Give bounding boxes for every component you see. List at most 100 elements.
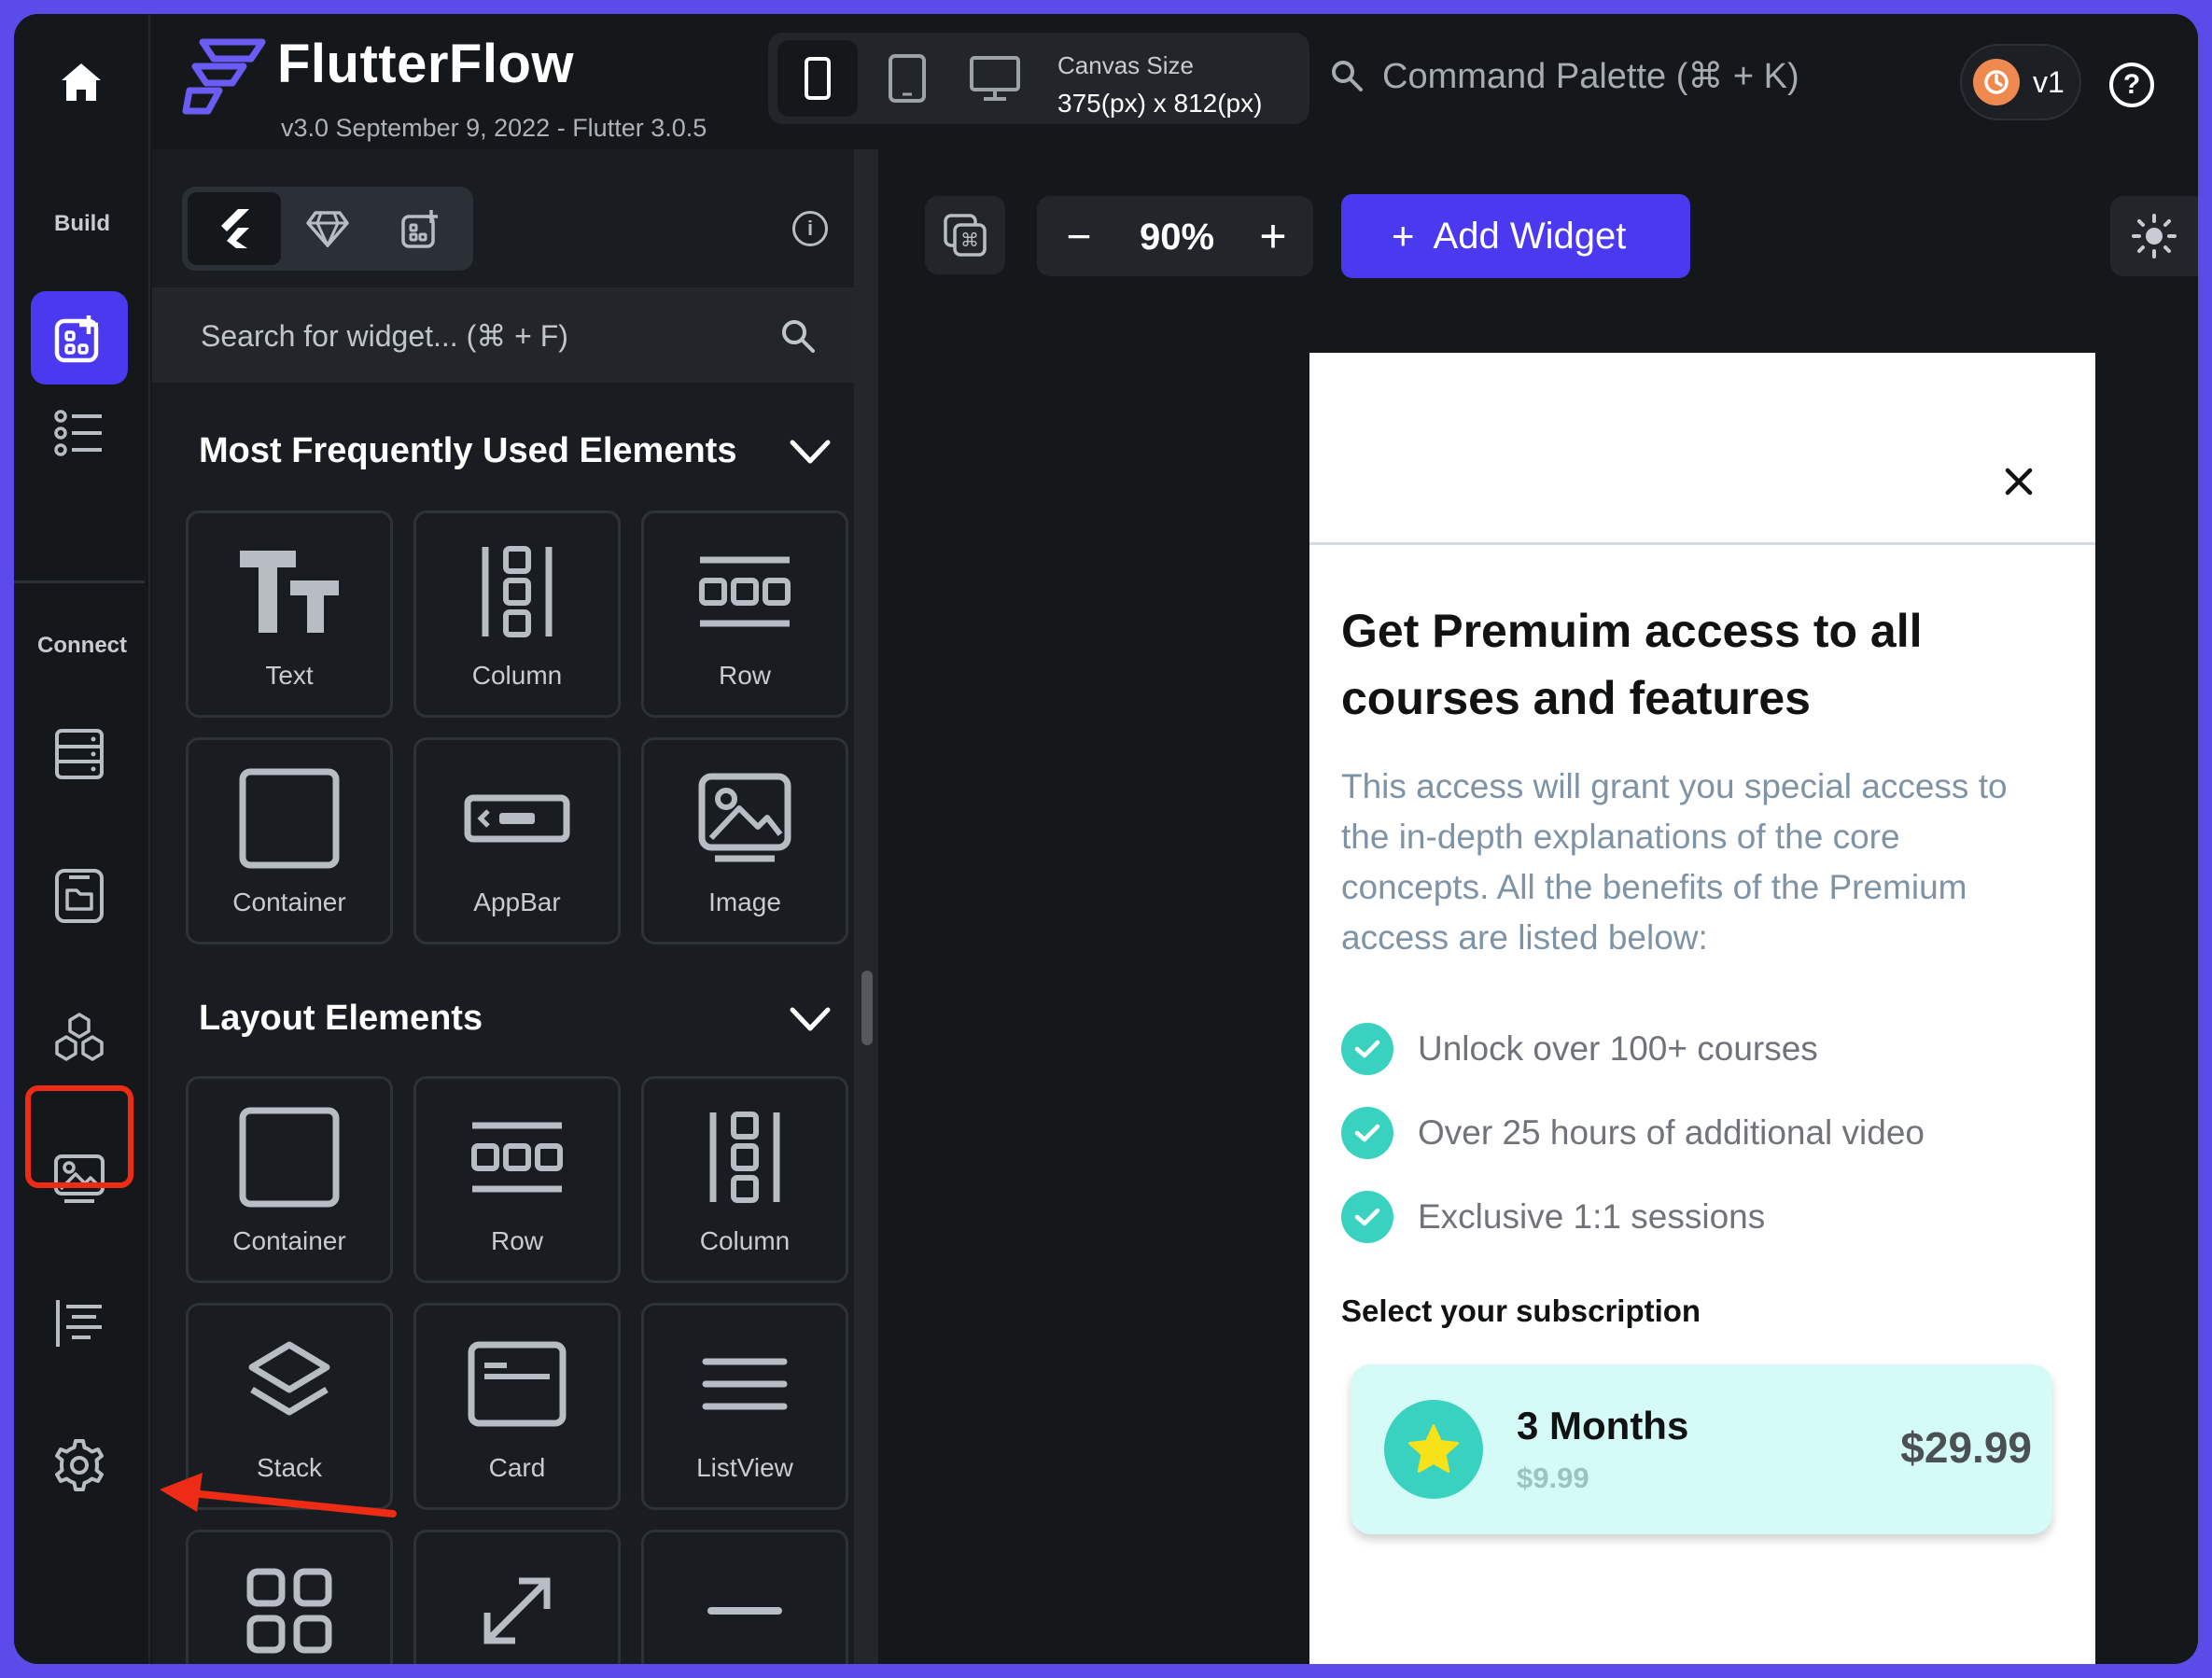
- tablet-device-button[interactable]: [867, 40, 947, 117]
- sun-icon: [2132, 214, 2177, 259]
- help-button[interactable]: ?: [2109, 63, 2154, 107]
- brand: FlutterFlow v3.0 September 9, 2022 - Flu…: [182, 25, 742, 147]
- add-widget-label: Add Widget: [1433, 215, 1627, 257]
- zoom-level[interactable]: 90%: [1121, 217, 1233, 259]
- nav-widget-tree[interactable]: [31, 386, 128, 480]
- container-icon: [239, 1107, 340, 1208]
- text-icon: [240, 551, 339, 633]
- stack-icon: [248, 1341, 330, 1416]
- widget-tile-grid[interactable]: [186, 1530, 393, 1664]
- add-widget-icon: [54, 315, 99, 363]
- widget-tile-expanded[interactable]: [413, 1530, 621, 1664]
- panel-scrollbar-thumb[interactable]: [861, 971, 873, 1045]
- phone-device-button[interactable]: [777, 40, 858, 117]
- widget-tile-label: Image: [708, 888, 781, 916]
- star-icon: [1384, 1400, 1483, 1499]
- version-history-button[interactable]: v1: [1960, 44, 2081, 120]
- widget-tile-container[interactable]: Container: [186, 1076, 393, 1283]
- check-icon: [1341, 1023, 1393, 1075]
- widget-tile-appbar[interactable]: AppBar: [413, 737, 621, 944]
- subscription-title: 3 Months: [1517, 1404, 1689, 1447]
- page-title: Get Premuim access to all courses and fe…: [1341, 605, 1923, 724]
- theme-toggle-button[interactable]: [2110, 196, 2198, 276]
- help-icon: ?: [2122, 69, 2141, 100]
- widget-tile-card[interactable]: Card: [413, 1303, 621, 1510]
- widget-tile-image[interactable]: Image: [641, 737, 848, 944]
- panel-scrollbar[interactable]: [854, 149, 878, 1664]
- chevron-down-icon[interactable]: [787, 1000, 833, 1038]
- nav-divider: [14, 580, 145, 583]
- settings-icon: [55, 1439, 104, 1491]
- view-code-button[interactable]: ⌘: [925, 196, 1005, 274]
- widget-tile-row[interactable]: Row: [641, 510, 848, 718]
- widget-tile-label: Column: [699, 1226, 791, 1255]
- widget-tile-label: Row: [490, 1226, 543, 1255]
- nav-settings[interactable]: [31, 1419, 128, 1512]
- benefit-text: Over 25 hours of additional video: [1418, 1113, 1925, 1152]
- widget-tile-label: Text: [265, 661, 314, 690]
- zoom-in-button[interactable]: +: [1252, 213, 1295, 259]
- nav-storage[interactable]: [31, 849, 128, 943]
- appbar-icon: [464, 794, 570, 843]
- canvas-area: ⌘ − 90% + + Add Widget Get Premuim acces…: [878, 149, 2198, 1664]
- widget-tile-row[interactable]: Row: [413, 1076, 621, 1283]
- canvas-size-label: Canvas Size: [1057, 51, 1194, 79]
- zoom-control: − 90% +: [1037, 196, 1313, 276]
- phone-preview: Get Premuim access to all courses and fe…: [1309, 353, 2095, 1664]
- widget-tile-label: Row: [718, 661, 771, 690]
- command-palette-label: Command Palette (⌘ + K): [1382, 56, 1799, 96]
- home-button[interactable]: [14, 14, 150, 149]
- command-palette-button[interactable]: Command Palette (⌘ + K): [1330, 48, 1853, 104]
- canvas-size-value[interactable]: 375(px) x 812(px): [1057, 89, 1262, 119]
- section-title-layout[interactable]: Layout Elements: [199, 999, 483, 1039]
- tab-marketplace[interactable]: [281, 192, 374, 265]
- column-icon: [709, 1112, 780, 1203]
- api-icon: [56, 1300, 102, 1347]
- settings-highlight-box: [25, 1085, 133, 1188]
- tab-widgets[interactable]: [188, 192, 281, 265]
- nav-api-calls[interactable]: [31, 1277, 128, 1370]
- add-widget-button[interactable]: + Add Widget: [1341, 194, 1690, 278]
- row-icon: [471, 1122, 563, 1193]
- flutterflow-app: FlutterFlow v3.0 September 9, 2022 - Flu…: [14, 14, 2198, 1664]
- history-icon: [1973, 59, 2020, 105]
- widget-search-input[interactable]: Search for widget... (⌘ + F): [152, 289, 854, 383]
- page-description: This access will grant you special acces…: [1341, 767, 2008, 957]
- connect-section-label: Connect: [37, 633, 127, 658]
- flutter-icon: [221, 209, 249, 248]
- zoom-out-button[interactable]: −: [1057, 213, 1100, 259]
- benefit-text: Unlock over 100+ courses: [1418, 1029, 1818, 1068]
- widget-tile-text[interactable]: Text: [186, 510, 393, 718]
- flutterflow-logo-icon: [182, 38, 266, 115]
- chevron-down-icon[interactable]: [787, 433, 833, 470]
- close-icon[interactable]: [2000, 463, 2037, 500]
- widget-tile-column[interactable]: Column: [413, 510, 621, 718]
- nav-database[interactable]: [31, 707, 128, 801]
- plus-icon: +: [1392, 214, 1415, 258]
- benefit-item: Unlock over 100+ courses: [1341, 1021, 1818, 1077]
- nav-integrations[interactable]: [31, 991, 128, 1084]
- image-icon: [698, 773, 791, 862]
- desktop-device-button[interactable]: [955, 40, 1035, 117]
- widget-tile-label: AppBar: [473, 888, 561, 916]
- widget-tile-divider[interactable]: [641, 1530, 848, 1664]
- storage-icon: [55, 869, 104, 923]
- widget-tile-label: ListView: [696, 1453, 793, 1482]
- search-icon: [782, 320, 815, 353]
- select-subscription-label: Select your subscription: [1341, 1293, 1701, 1328]
- widget-tile-listview[interactable]: ListView: [641, 1303, 848, 1510]
- widget-tile-column[interactable]: Column: [641, 1076, 848, 1283]
- section-title-frequent[interactable]: Most Frequently Used Elements: [199, 431, 736, 471]
- check-icon: [1341, 1191, 1393, 1243]
- tablet-icon: [889, 54, 926, 103]
- subscription-card[interactable]: 3 Months $9.99 $29.99: [1351, 1364, 2052, 1534]
- widget-tile-container[interactable]: Container: [186, 737, 393, 944]
- divider-icon: [707, 1607, 782, 1615]
- svg-text:⌘: ⌘: [960, 229, 979, 251]
- widget-search-placeholder: Search for widget... (⌘ + F): [201, 319, 568, 353]
- tab-components[interactable]: [374, 192, 468, 265]
- subscription-price: $29.99: [1900, 1423, 2032, 1472]
- nav-widget-palette[interactable]: [31, 291, 128, 385]
- shortcut-icon: ⌘: [944, 214, 987, 257]
- info-icon[interactable]: i: [792, 211, 828, 246]
